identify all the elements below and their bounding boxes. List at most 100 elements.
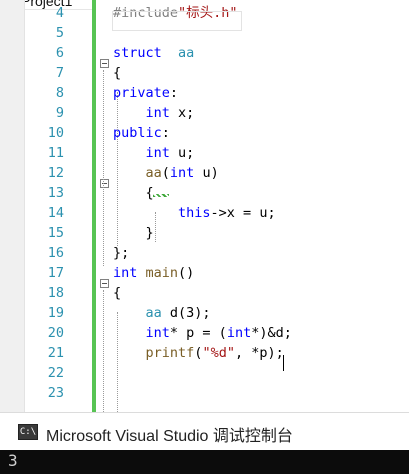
line-number: 5 [55, 25, 64, 41]
console-title-bar[interactable]: C:\ Microsoft Visual Studio 调试控制台 [0, 412, 409, 451]
code-line[interactable]: 14 this->x = u; [0, 203, 409, 223]
code-token: u) [194, 165, 219, 181]
code-text: { [113, 63, 121, 83]
code-token: : [161, 125, 170, 141]
line-number: 7 [55, 65, 64, 81]
code-text: aa d(3); [113, 303, 211, 323]
code-token: int [169, 165, 195, 181]
line-number: 18 [47, 285, 64, 301]
code-token: "%d" [202, 345, 235, 361]
code-token: aa [145, 165, 162, 181]
code-token: * p = ( [169, 325, 227, 341]
code-token: printf [145, 345, 195, 361]
fold-struct-icon[interactable] [100, 59, 109, 68]
line-number: 10 [47, 125, 64, 141]
line-number: 21 [47, 345, 64, 361]
code-line[interactable]: 15 } [0, 223, 409, 243]
code-line[interactable]: 7{ [0, 63, 409, 83]
line-number: 22 [47, 365, 64, 381]
code-token: x; [169, 105, 195, 121]
line-number: 20 [47, 325, 64, 341]
warning-squiggle[interactable] [153, 194, 169, 197]
line-number: 14 [47, 205, 64, 221]
code-text: private: [113, 83, 178, 103]
line-number: 4 [55, 5, 64, 21]
code-line[interactable]: 11 int u; [0, 143, 409, 163]
code-token: () [178, 265, 195, 281]
code-text: { [113, 183, 154, 203]
code-text: int u; [113, 143, 195, 163]
code-text: struct aa [113, 43, 194, 63]
line-number: 16 [47, 245, 64, 261]
code-line[interactable]: 23 [0, 383, 409, 403]
code-token: , *p); [234, 345, 284, 361]
code-line[interactable]: 22 [0, 363, 409, 383]
line-number: 19 [47, 305, 64, 321]
code-token: aa [178, 45, 195, 61]
code-token: : [169, 85, 179, 101]
console-output-area[interactable]: 3 [0, 450, 409, 474]
code-line[interactable]: 20 int* p = (int*)&d; [0, 323, 409, 343]
code-text: int x; [113, 103, 195, 123]
code-text: public: [113, 123, 170, 143]
code-token: main [145, 265, 179, 281]
line-number: 12 [47, 165, 64, 181]
code-line[interactable]: 21 printf("%d", *p); [0, 343, 409, 363]
line-number: 8 [55, 85, 64, 101]
code-token: u; [169, 145, 195, 161]
code-line[interactable]: 12 aa(int u) [0, 163, 409, 183]
indent-guide [155, 212, 156, 242]
code-text: printf("%d", *p); [113, 343, 284, 363]
code-text: this->x = u; [113, 203, 276, 223]
code-token: int [145, 105, 170, 121]
debug-console-window[interactable]: C:\ Microsoft Visual Studio 调试控制台 3 [0, 412, 409, 474]
code-line[interactable]: 17 int main() [0, 263, 409, 283]
code-line[interactable]: 18 { [0, 283, 409, 303]
console-output: 3 [8, 451, 18, 470]
code-token: { [113, 285, 122, 301]
code-line[interactable]: 8 private: [0, 83, 409, 103]
code-line[interactable]: 13 { [0, 183, 409, 203]
line-number: 11 [47, 145, 64, 161]
code-token: int [145, 145, 170, 161]
code-line[interactable]: 6 struct aa [0, 43, 409, 63]
code-token: } [113, 225, 154, 241]
code-token: ->x = u; [210, 205, 276, 221]
current-line-highlight [112, 11, 242, 31]
code-line[interactable]: 10 public: [0, 123, 409, 143]
code-token: { [113, 65, 122, 81]
code-line[interactable]: 16}; [0, 243, 409, 263]
code-token: }; [113, 245, 130, 261]
code-token: int [113, 265, 138, 281]
code-token: this [178, 205, 211, 221]
code-text: }; [113, 243, 129, 263]
line-number: 15 [47, 225, 64, 241]
code-token: int [226, 325, 252, 341]
code-line[interactable]: 9 int x; [0, 103, 409, 123]
code-token: *)&d; [251, 325, 292, 341]
fold-main-icon[interactable] [100, 279, 109, 288]
code-text: aa(int u) [113, 163, 219, 183]
code-text: int* p = (int*)&d; [113, 323, 292, 343]
code-token: public [113, 125, 162, 141]
console-title: Microsoft Visual Studio 调试控制台 [46, 428, 293, 445]
fold-line [103, 290, 104, 412]
line-number: 13 [47, 185, 64, 201]
code-token: int [145, 325, 170, 341]
text-caret [283, 355, 284, 371]
code-token: { [113, 185, 154, 201]
code-line[interactable]: 19 aa d(3); [0, 303, 409, 323]
code-token: aa [145, 305, 162, 321]
indent-guide [117, 92, 118, 246]
line-number: 23 [47, 385, 64, 401]
fold-line [103, 70, 104, 266]
code-token: d(3); [161, 305, 211, 321]
line-number: 9 [55, 105, 64, 121]
code-text: int main() [113, 263, 194, 283]
fold-constructor-icon[interactable] [100, 179, 109, 188]
code-token: ( [161, 165, 170, 181]
code-text: { [113, 283, 121, 303]
